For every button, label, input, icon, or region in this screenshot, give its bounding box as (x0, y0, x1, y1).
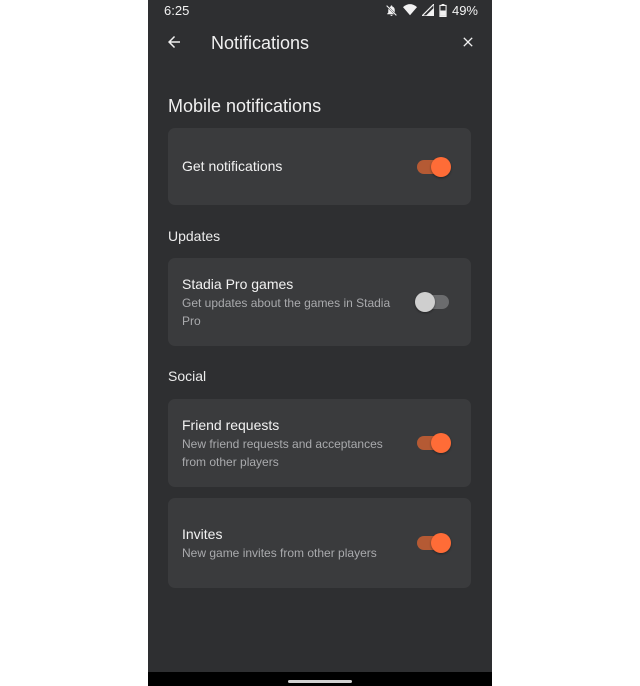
invites-title: Invites (182, 526, 223, 542)
invites-toggle[interactable] (417, 533, 451, 553)
group-label-social: Social (168, 368, 207, 384)
friend-requests-title: Friend requests (182, 417, 280, 433)
toggle-thumb (415, 292, 435, 312)
bell-off-icon (385, 4, 398, 17)
card-get-notifications: Get notifications (168, 128, 471, 205)
back-button[interactable] (160, 30, 188, 58)
arrow-left-icon (165, 33, 183, 56)
stadia-pro-games-title: Stadia Pro games (182, 276, 294, 292)
toggle-thumb (431, 533, 451, 553)
stadia-pro-games-toggle[interactable] (415, 292, 449, 312)
friend-requests-subtitle: New friend requests and acceptances from… (182, 437, 383, 469)
status-time: 6:25 (164, 2, 190, 18)
friend-requests-toggle[interactable] (417, 433, 451, 453)
card-stadia-pro-games: Stadia Pro games Get updates about the g… (168, 258, 471, 346)
status-icons: 49% (385, 3, 478, 18)
app-bar: Notifications (148, 22, 492, 66)
stadia-pro-games-subtitle: Get updates about the games in Stadia Pr… (182, 296, 391, 328)
toggle-thumb (431, 157, 451, 177)
close-icon (460, 34, 476, 55)
status-bar: 6:25 49% (148, 0, 492, 20)
battery-icon (439, 3, 447, 17)
group-label-updates: Updates (168, 228, 221, 244)
get-notifications-label: Get notifications (182, 158, 283, 174)
signal-icon (421, 4, 434, 16)
card-friend-requests: Friend requests New friend requests and … (168, 399, 471, 487)
battery-percent: 49% (451, 2, 478, 18)
toggle-thumb (431, 433, 451, 453)
invites-subtitle: New game invites from other players (182, 546, 377, 560)
get-notifications-toggle[interactable] (417, 157, 451, 177)
system-nav-bar (148, 672, 492, 686)
close-button[interactable] (454, 30, 482, 58)
phone-screen: 6:25 49% Notifications Mobile notificati… (148, 0, 492, 686)
card-invites: Invites New game invites from other play… (168, 498, 471, 588)
home-gesture-handle[interactable] (288, 680, 352, 683)
section-title-mobile-notifications: Mobile notifications (168, 96, 322, 116)
page-title: Notifications (211, 33, 310, 53)
wifi-icon (402, 4, 417, 16)
